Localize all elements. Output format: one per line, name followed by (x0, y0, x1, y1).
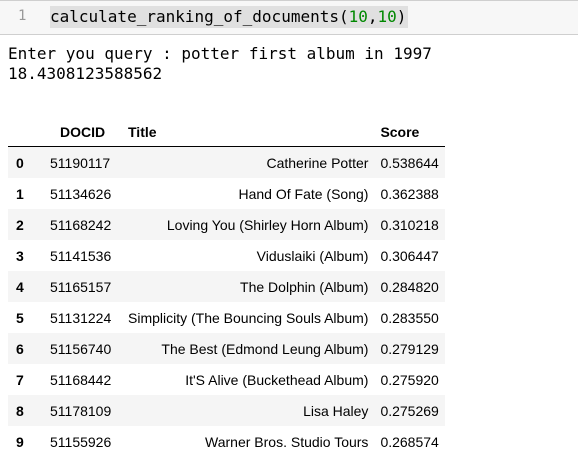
row-score: 0.279129 (380, 340, 439, 357)
row-score: 0.275920 (380, 371, 439, 388)
code-open-paren: ( (338, 7, 349, 26)
table-row: 1 51134626 Hand Of Fate (Song) 0.362388 (8, 178, 445, 209)
row-docid: 51134626 (50, 185, 112, 202)
elapsed-value-line: 18.4308123588562 (8, 64, 163, 83)
row-index: 1 (16, 185, 24, 202)
row-index: 4 (16, 278, 24, 295)
table-row: 4 51165157 The Dolphin (Album) 0.284820 (8, 271, 445, 302)
row-docid: 51168242 (50, 216, 112, 233)
line-number: 1 (18, 8, 27, 24)
code-line[interactable]: calculate_ranking_of_documents(10,10) (50, 6, 409, 28)
row-index: 3 (16, 247, 24, 264)
code-close-paren: ) (396, 7, 407, 26)
row-index: 8 (16, 402, 24, 419)
row-title: Hand Of Fate (Song) (238, 185, 369, 202)
table-row: 2 51168242 Loving You (Shirley Horn Albu… (8, 209, 445, 240)
row-title: The Dolphin (Album) (240, 278, 369, 295)
row-docid: 51178109 (50, 402, 112, 419)
row-index: 6 (16, 340, 24, 357)
row-docid: 51168442 (50, 371, 112, 388)
table-row: 8 51178109 Lisa Haley 0.275269 (8, 395, 445, 426)
table-row: 5 51131224 Simplicity (The Bouncing Soul… (8, 302, 445, 333)
code-arg-1: 10 (348, 7, 368, 26)
row-score: 0.538644 (380, 154, 439, 171)
row-index: 0 (16, 154, 24, 171)
header-score: Score (374, 118, 445, 147)
header-row: DOCID Title Score (8, 118, 445, 147)
query-prompt-line: Enter you query : potter first album in … (8, 44, 432, 63)
table-row: 3 51141536 Viduslaiki (Album) 0.306447 (8, 240, 445, 271)
cell-stdout: Enter you query : potter first album in … (8, 44, 432, 84)
table-row: 6 51156740 The Best (Edmond Leung Album)… (8, 333, 445, 364)
row-index: 5 (16, 309, 24, 326)
row-docid: 51190117 (50, 154, 111, 171)
table-row: 9 51155926 Warner Bros. Studio Tours 0.2… (8, 426, 445, 457)
row-score: 0.283550 (380, 309, 439, 326)
row-score: 0.284820 (380, 278, 439, 295)
row-title: Simplicity (The Bouncing Souls Album) (128, 309, 369, 326)
row-title: Viduslaiki (Album) (256, 247, 369, 264)
header-title: Title (122, 118, 375, 147)
code-comma: , (367, 7, 378, 26)
row-docid: 51141536 (50, 247, 112, 264)
row-title: Catherine Potter (266, 154, 369, 171)
code-function-name: calculate_ranking_of_documents (50, 7, 339, 26)
row-docid: 51155926 (50, 433, 112, 450)
row-score: 0.268574 (380, 433, 439, 450)
header-index (8, 118, 36, 147)
row-index: 9 (16, 433, 24, 450)
row-index: 2 (16, 216, 24, 233)
row-score: 0.310218 (380, 216, 439, 233)
row-docid: 51131224 (50, 309, 112, 326)
row-title: The Best (Edmond Leung Album) (161, 340, 369, 357)
table-row: 0 51190117 Catherine Potter 0.538644 (8, 146, 445, 178)
row-title: Loving You (Shirley Horn Album) (166, 216, 369, 233)
row-title: It'S Alive (Buckethead Album) (185, 371, 369, 388)
row-index: 7 (16, 371, 24, 388)
row-docid: 51156740 (50, 340, 112, 357)
header-docid: DOCID (36, 118, 122, 147)
row-title: Warner Bros. Studio Tours (205, 433, 369, 450)
code-arg-2: 10 (377, 7, 397, 26)
table-row: 7 51168442 It'S Alive (Buckethead Album)… (8, 364, 445, 395)
row-score: 0.275269 (380, 402, 439, 419)
row-title: Lisa Haley (303, 402, 369, 419)
code-cell[interactable]: 1 calculate_ranking_of_documents(10,10) (0, 0, 578, 35)
row-score: 0.306447 (380, 247, 439, 264)
results-dataframe: DOCID Title Score 0 51190117 Catherine P… (8, 118, 445, 457)
row-docid: 51165157 (50, 278, 112, 295)
row-score: 0.362388 (380, 185, 439, 202)
